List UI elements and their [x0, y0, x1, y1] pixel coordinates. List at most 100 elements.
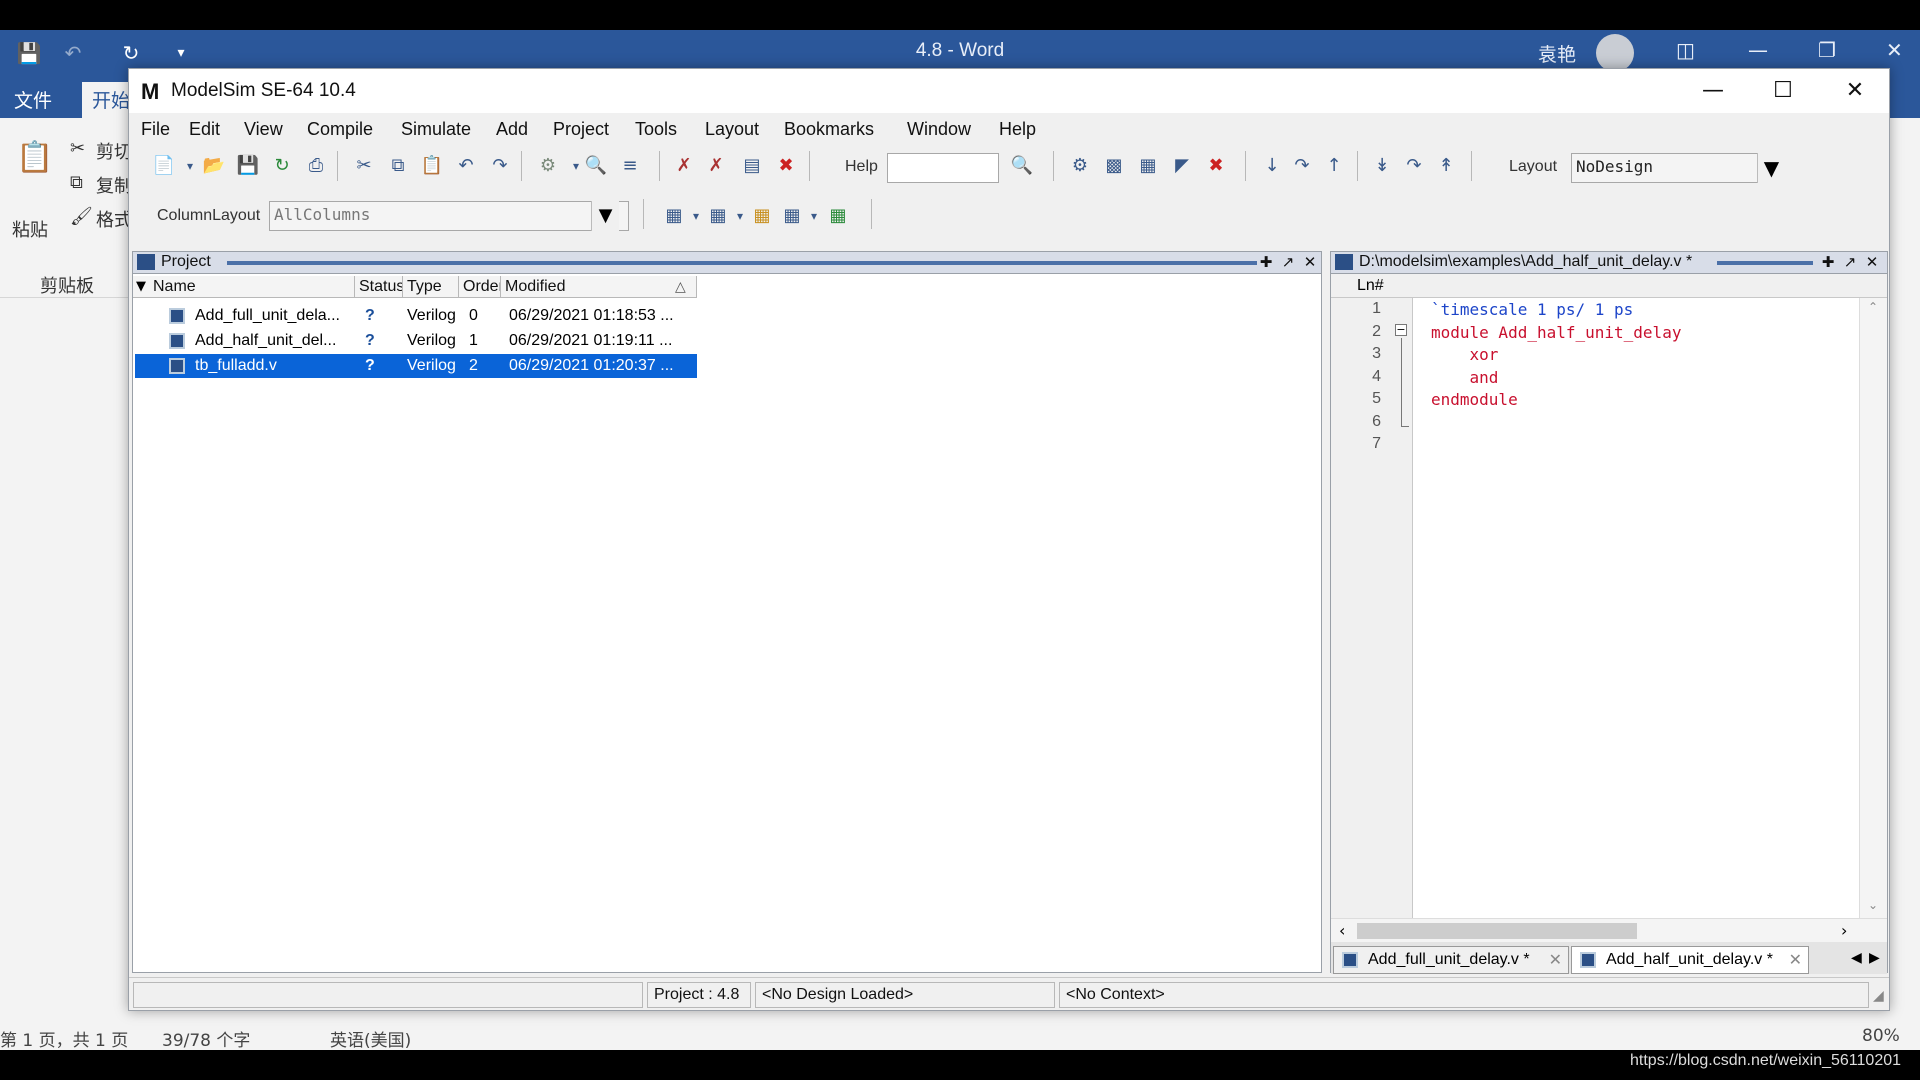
menu-add[interactable]: Add	[496, 119, 528, 140]
add-dataflow-dropdown-icon[interactable]: ▾	[801, 203, 827, 229]
column-header-modified[interactable]: Modified	[501, 276, 697, 298]
columnlayout-select[interactable]: AllColumns	[269, 201, 629, 231]
layout-select[interactable]: NoDesign	[1571, 153, 1785, 183]
minimize-button[interactable]: —	[1683, 75, 1743, 107]
ribbon-display-icon[interactable]: ◫	[1676, 38, 1695, 62]
code-area[interactable]: `timescale 1 ps/ 1 ps module Add_half_un…	[1331, 298, 1861, 918]
paste-icon[interactable]: 📋	[419, 153, 445, 179]
menu-compile[interactable]: Compile	[307, 119, 373, 140]
cut-icon[interactable]: ✂	[70, 138, 85, 159]
menu-edit[interactable]: Edit	[189, 119, 220, 140]
paste-icon[interactable]: 📋	[16, 140, 53, 175]
copy-icon[interactable]: ⧉	[70, 172, 83, 193]
zoom-level[interactable]: 80%	[1862, 1026, 1900, 1046]
scroll-left-icon[interactable]: ‹	[1339, 921, 1345, 940]
collapse-icon[interactable]: ≡	[617, 153, 643, 179]
help-search-icon[interactable]: 🔍	[1009, 153, 1035, 179]
memory-icon[interactable]: ▤	[739, 153, 765, 179]
editor-tab[interactable]: Add_full_unit_delay.v * ✕	[1333, 946, 1569, 974]
reload-icon[interactable]: ↻	[269, 153, 295, 179]
clear-break-icon[interactable]: ✗	[703, 153, 729, 179]
step-into-icon[interactable]: ↓	[1259, 153, 1285, 179]
format-painter-icon[interactable]: 🖌	[70, 206, 93, 227]
pane-drag-handle[interactable]	[227, 261, 1257, 265]
pane-dock-icon[interactable]: ✚	[1819, 253, 1837, 271]
pane-dock-icon[interactable]: ✚	[1257, 253, 1275, 271]
language-status[interactable]: 英语(美国)	[330, 1026, 411, 1050]
column-header-type[interactable]: Type	[403, 276, 459, 298]
step-over-icon[interactable]: ↷	[1289, 153, 1315, 179]
cut-icon[interactable]: ✂	[351, 153, 377, 179]
table-row[interactable]: Add_half_unit_del... ? Verilog 1 06/29/2…	[135, 329, 697, 353]
close-button[interactable]: ✕	[1825, 75, 1885, 107]
maximize-button[interactable]: ☐	[1753, 75, 1813, 107]
add-to-icon[interactable]: ▦	[825, 203, 851, 229]
tab-file[interactable]: 文件	[14, 86, 52, 113]
layout-dropdown-icon[interactable]: ▼	[1757, 153, 1785, 183]
tab-scroll-right-icon[interactable]: ▶	[1869, 950, 1880, 966]
column-header-status[interactable]: Status	[355, 276, 403, 298]
end-sim-icon[interactable]: ✖	[1203, 153, 1229, 179]
column-header-name[interactable]: Name	[133, 276, 355, 298]
menu-simulate[interactable]: Simulate	[401, 119, 471, 140]
restart-icon[interactable]: ▦	[1135, 153, 1161, 179]
menu-tools[interactable]: Tools	[635, 119, 677, 140]
columnlayout-dropdown-icon[interactable]: ▼	[591, 201, 619, 231]
tab-close-icon[interactable]: ✕	[1549, 950, 1562, 970]
cut-label[interactable]: 剪切	[96, 138, 132, 164]
sort-menu-icon[interactable]: ▼	[136, 279, 146, 294]
table-row[interactable]: tb_fulladd.v ? Verilog 2 06/29/2021 01:2…	[135, 354, 697, 378]
horizontal-scroll-thumb[interactable]	[1357, 923, 1637, 939]
step-over-all-icon[interactable]: ↷	[1401, 153, 1427, 179]
tab-close-icon[interactable]: ✕	[1789, 950, 1802, 970]
word-count[interactable]: 39/78 个字	[162, 1026, 250, 1050]
print-icon[interactable]: ⎙	[303, 153, 329, 179]
step-out-all-icon[interactable]: ↟	[1433, 153, 1459, 179]
editor-tab-active[interactable]: Add_half_unit_delay.v * ✕	[1571, 946, 1809, 974]
compile-icon[interactable]: ⚙	[535, 153, 561, 179]
step-into-all-icon[interactable]: ↡	[1369, 153, 1395, 179]
new-dropdown-icon[interactable]: ▾	[177, 153, 203, 179]
page-count[interactable]: 第 1 页，共 1 页	[0, 1026, 128, 1050]
redo-icon[interactable]: ↷	[487, 153, 513, 179]
word-user-name[interactable]: 袁艳	[1538, 40, 1576, 67]
pane-undock-icon[interactable]: ↗	[1841, 253, 1859, 271]
resize-grip-icon[interactable]: ◢	[1873, 988, 1884, 1004]
copy-label[interactable]: 复制	[96, 172, 132, 198]
save-icon[interactable]: 💾	[235, 153, 261, 179]
undo-icon[interactable]: ↶	[453, 153, 479, 179]
menu-view[interactable]: View	[244, 119, 283, 140]
scroll-right-icon[interactable]: ›	[1841, 921, 1847, 940]
pane-drag-handle[interactable]	[1717, 261, 1813, 265]
copy-icon[interactable]: ⧉	[385, 153, 411, 179]
open-folder-icon[interactable]: 📂	[201, 153, 227, 179]
word-minimize-icon[interactable]: —	[1748, 38, 1768, 62]
new-file-icon[interactable]: 📄	[151, 153, 177, 179]
word-close-icon[interactable]: ✕	[1886, 38, 1903, 62]
pane-undock-icon[interactable]: ↗	[1279, 253, 1297, 271]
add-log-icon[interactable]: ▦	[749, 203, 775, 229]
help-search-input[interactable]	[887, 153, 999, 183]
menu-layout[interactable]: Layout	[705, 119, 759, 140]
break-sim-icon[interactable]: ◤	[1169, 153, 1195, 179]
simulate-icon[interactable]: ▩	[1101, 153, 1127, 179]
scroll-up-icon[interactable]: ⌃	[1868, 300, 1878, 314]
find-icon[interactable]: 🔍	[583, 153, 609, 179]
tab-scroll-left-icon[interactable]: ◀	[1851, 950, 1862, 966]
break-icon[interactable]: ✗	[671, 153, 697, 179]
scroll-down-icon[interactable]: ⌄	[1868, 898, 1878, 912]
avatar[interactable]	[1596, 34, 1634, 72]
pane-close-icon[interactable]: ✕	[1863, 253, 1881, 271]
column-header-order[interactable]: Order	[459, 276, 501, 298]
pane-close-icon[interactable]: ✕	[1301, 253, 1319, 271]
stop-icon[interactable]: ✖	[773, 153, 799, 179]
menu-help[interactable]: Help	[999, 119, 1036, 140]
paste-label[interactable]: 粘贴	[12, 216, 48, 242]
menu-file[interactable]: File	[141, 119, 170, 140]
word-restore-icon[interactable]: ❐	[1818, 38, 1836, 62]
editor-horizontal-scrollbar[interactable]: ‹ ›	[1331, 918, 1887, 942]
menu-window[interactable]: Window	[907, 119, 971, 140]
format-painter-label[interactable]: 格式	[96, 206, 132, 232]
compile-all-icon[interactable]: ⚙	[1067, 153, 1093, 179]
editor-vertical-scrollbar[interactable]: ⌃ ⌄	[1859, 298, 1887, 918]
